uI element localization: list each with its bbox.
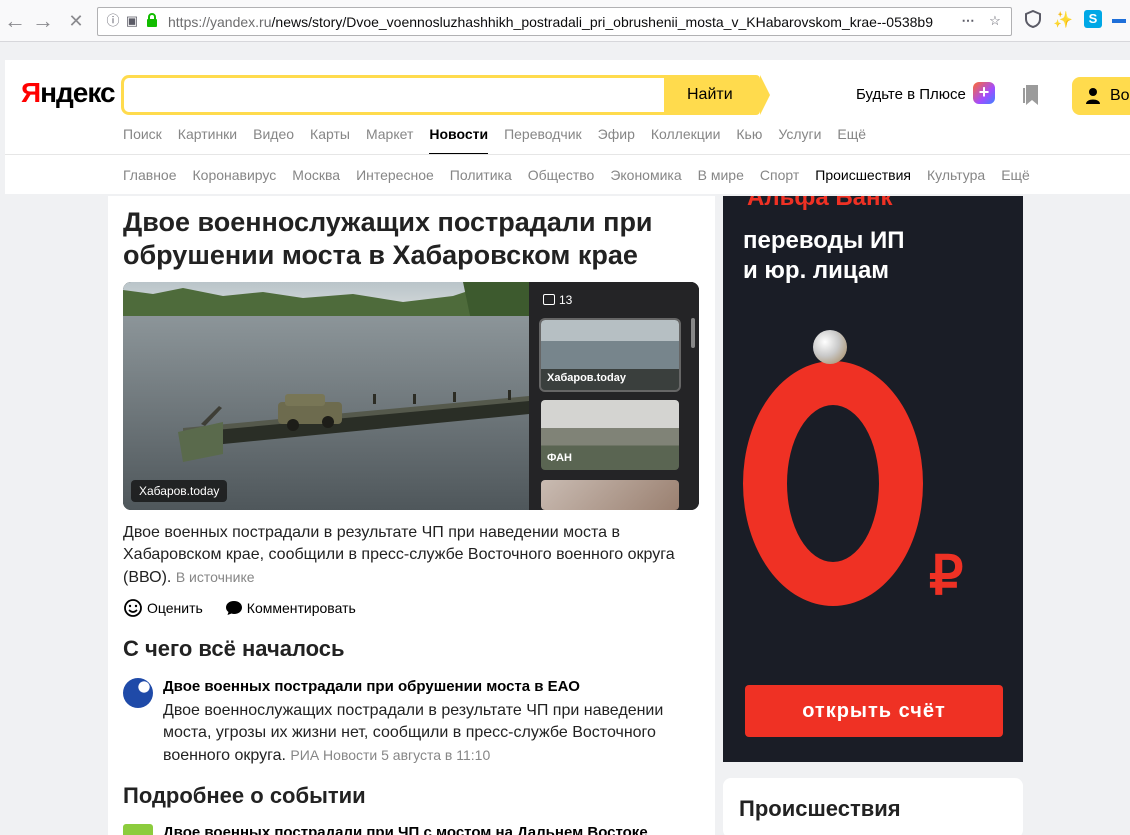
article-lead: Двое военных пострадали в результате ЧП … [123, 524, 675, 586]
divider [5, 154, 1130, 155]
address-bar[interactable]: ⓘ ▣ https://yandex.ru/news/story/Dvoe_vo… [97, 7, 1012, 36]
service-link[interactable]: Карты [310, 126, 350, 142]
zero-graphic [743, 361, 923, 606]
section-title: Подробнее о событии [123, 783, 366, 808]
search-input[interactable] [124, 78, 664, 112]
source-link[interactable]: В источнике [176, 569, 255, 585]
image-icon [543, 294, 555, 305]
thumbnail[interactable] [541, 480, 679, 510]
user-icon [1086, 88, 1100, 104]
star-icon[interactable]: ☆ [987, 13, 1003, 29]
service-link[interactable]: Услуги [778, 126, 821, 142]
rate-button[interactable]: Оценить [123, 598, 203, 618]
photo-source-badge[interactable]: Хабаров.today [131, 480, 228, 502]
ball-graphic [813, 330, 847, 364]
thumbnail-strip: 13 Хабаров.today ФАН [529, 282, 699, 510]
service-link[interactable]: Переводчик [504, 126, 582, 142]
story-text: Двое военнослужащих пострадали в результ… [163, 702, 664, 764]
photo-count: 13 [543, 293, 572, 307]
sidebar-title: Происшествия [739, 796, 901, 821]
close-icon[interactable]: ✕ [63, 8, 89, 34]
service-link[interactable]: Кью [736, 126, 762, 142]
scrollbar[interactable] [691, 318, 695, 348]
service-link[interactable]: Ещё [837, 126, 866, 142]
site-header: Яндекс Найти Будьте в Плюсе + Во Поиск Ка… [5, 60, 1130, 194]
rubric-link[interactable]: Происшествия [815, 167, 911, 183]
extension-icon[interactable]: ✨ [1052, 10, 1074, 32]
main-photo[interactable] [123, 282, 529, 510]
plus-link[interactable]: Будьте в Плюсе [856, 86, 966, 103]
rubric-link[interactable]: Москва [292, 167, 340, 183]
sidebar-block: Происшествия [723, 778, 1023, 835]
service-link[interactable]: Коллекции [651, 126, 721, 142]
ad-headline: переводы ИП и юр. лицам [743, 227, 905, 284]
rubric-link[interactable]: Спорт [760, 167, 799, 183]
login-button[interactable]: Во [1072, 77, 1130, 115]
search-button[interactable]: Найти [665, 75, 770, 115]
article-title: Двое военнослужащих пострадали при обруш… [123, 207, 653, 270]
thumbnail[interactable]: ФАН [541, 400, 679, 470]
rubric-link[interactable]: В мире [698, 167, 744, 183]
rubric-link[interactable]: Ещё [1001, 167, 1030, 183]
info-icon[interactable]: ⓘ [105, 13, 121, 29]
service-link[interactable]: Видео [253, 126, 294, 142]
ad-brand: Альфа Банк [747, 196, 893, 211]
rubric-link[interactable]: Экономика [610, 167, 681, 183]
service-link[interactable]: Маркет [366, 126, 413, 142]
shield-icon[interactable] [1022, 9, 1044, 32]
ad-banner[interactable]: Альфа Банк переводы ИП и юр. лицам ₽ отк… [723, 196, 1023, 762]
login-label: Во [1110, 87, 1130, 104]
service-link[interactable]: Поиск [123, 126, 162, 142]
comment-icon [225, 601, 242, 615]
open-account-button[interactable]: открыть счёт [745, 685, 1003, 737]
photo-gallery[interactable]: Хабаров.today 13 Хабаров.today ФАН [123, 282, 699, 510]
rubric-link[interactable]: Политика [450, 167, 512, 183]
rubrics-nav: Главное Коронавирус Москва Интересное Полити… [123, 167, 1046, 183]
comment-button[interactable]: Комментировать [225, 598, 356, 618]
story-meta: РИА Новости 5 августа в 11:10 [290, 747, 491, 763]
rubric-link[interactable]: Общество [528, 167, 595, 183]
image-icon: ▣ [125, 13, 139, 28]
lock-icon[interactable] [144, 13, 160, 29]
rubric-link[interactable]: Главное [123, 167, 177, 183]
article-column: Двое военнослужащих пострадали при обруш… [108, 196, 715, 835]
story-title[interactable]: Двое военных пострадали при ЧП с мостом … [163, 824, 648, 835]
yandex-logo[interactable]: Яндекс [21, 77, 116, 109]
ruble-sign: ₽ [929, 546, 964, 606]
rubric-link[interactable]: Коронавирус [193, 167, 277, 183]
thumbnail[interactable]: Хабаров.today [539, 318, 681, 392]
article-actions: Оценить Комментировать [123, 598, 356, 618]
source-logo-icon [123, 824, 153, 835]
service-link[interactable]: Новости [429, 126, 488, 155]
section-title: С чего всё началось [123, 636, 345, 661]
more-icon[interactable]: ⋯ [960, 13, 976, 29]
back-icon[interactable]: ← [2, 8, 28, 34]
smile-icon [124, 599, 142, 617]
service-link[interactable]: Эфир [598, 126, 635, 142]
search-field[interactable] [121, 75, 667, 115]
services-nav: Поиск Картинки Видео Карты Маркет Новости Пере… [123, 126, 882, 155]
rubric-link[interactable]: Интересное [356, 167, 434, 183]
service-link[interactable]: Картинки [178, 126, 237, 142]
skype-icon[interactable]: S [1084, 10, 1106, 32]
browser-toolbar: ← → ✕ ⓘ ▣ https://yandex.ru/news/story/D… [0, 0, 1130, 42]
rubric-link[interactable]: Культура [927, 167, 985, 183]
plus-icon[interactable]: + [973, 82, 995, 104]
url-text: https://yandex.ru/news/story/Dvoe_voenno… [168, 14, 934, 30]
forward-icon[interactable]: → [30, 8, 56, 34]
story-title[interactable]: Двое военных пострадали при обрушении мо… [163, 678, 580, 695]
bookmark-icon[interactable] [1022, 83, 1040, 107]
extension-icon-2[interactable] [1112, 10, 1130, 32]
ria-logo-icon [123, 678, 153, 708]
